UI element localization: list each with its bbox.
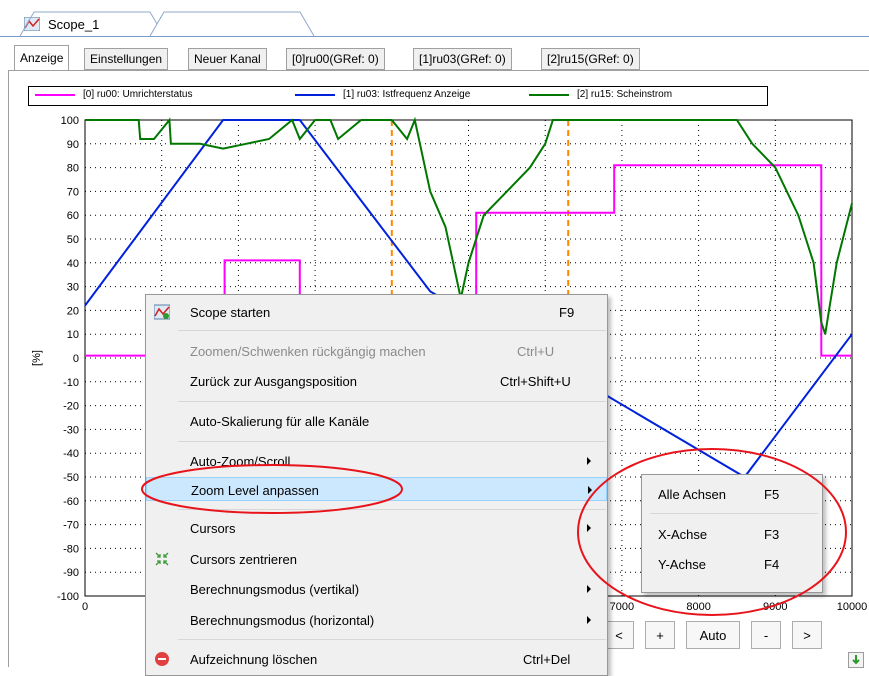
menu-item-delete-recording[interactable]: Aufzeichnung löschen Ctrl+Del: [146, 647, 607, 671]
y-tick-label: 50: [67, 234, 79, 246]
y-tick-label: 20: [67, 305, 79, 317]
delete-icon: [154, 651, 170, 667]
x-tick-label: 9000: [763, 601, 787, 613]
submenu-item-label: X-Achse: [658, 527, 708, 542]
menu-item-label: Auto-Zoom/Scroll: [190, 454, 291, 469]
submenu-arrow-icon: [587, 457, 591, 465]
submenu-arrow-icon: [587, 524, 591, 532]
y-tick-label: 90: [67, 139, 79, 151]
submenu-item-shortcut: F3: [764, 527, 780, 542]
y-tick-label: -10: [63, 377, 79, 389]
y-tick-label: -100: [57, 591, 79, 603]
submenu-arrow-icon: [588, 486, 592, 494]
menu-item-label: Zoomen/Schwenken rückgängig machen: [190, 344, 426, 359]
x-tick-label: 7000: [610, 601, 634, 613]
y-tick-label: 0: [73, 353, 79, 365]
y-tick-label: 40: [67, 258, 79, 270]
menu-item-shortcut: F9: [559, 305, 575, 320]
menu-item-shortcut: Ctrl+Del: [523, 652, 571, 667]
menu-item-scope-starten[interactable]: Scope starten F9: [146, 300, 607, 324]
y-tick-label: -90: [63, 567, 79, 579]
y-tick-label: 30: [67, 282, 79, 294]
menu-item-zoom-level[interactable]: Zoom Level anpassen: [146, 477, 607, 501]
menu-separator: [178, 330, 606, 331]
y-tick-label: -20: [63, 401, 79, 413]
submenu-item-shortcut: F4: [764, 557, 780, 572]
menu-item-label: Aufzeichnung löschen: [190, 652, 318, 667]
y-tick-label: 100: [61, 115, 79, 127]
zoom-out-button[interactable]: -: [751, 621, 781, 649]
menu-separator: [178, 441, 606, 442]
menu-item-label: Scope starten: [190, 305, 271, 320]
menu-item-shortcut: Ctrl+U: [517, 344, 555, 359]
scroll-left-button[interactable]: <: [604, 621, 634, 649]
center-cursors-icon: [154, 551, 170, 567]
submenu-item-shortcut: F5: [764, 487, 780, 502]
y-axis-label: [%]: [31, 350, 43, 366]
y-tick-label: -70: [63, 520, 79, 532]
submenu-item-all-axes[interactable]: Alle Achsen F5: [642, 481, 822, 505]
menu-separator: [178, 509, 606, 510]
menu-separator: [178, 639, 606, 640]
submenu-item-label: Y-Achse: [658, 557, 706, 572]
menu-item-undo-zoom[interactable]: Zoomen/Schwenken rückgängig machen Ctrl+…: [146, 339, 607, 363]
submenu-item-y-axis[interactable]: Y-Achse F4: [642, 551, 822, 575]
submenu-arrow-icon: [587, 585, 591, 593]
y-tick-label: -60: [63, 496, 79, 508]
submenu-item-label: Alle Achsen: [658, 487, 726, 502]
context-menu: Scope starten F9 Zoomen/Schwenken rückgä…: [145, 294, 608, 676]
menu-item-reset-position[interactable]: Zurück zur Ausgangsposition Ctrl+Shift+U: [146, 369, 607, 393]
menu-item-label: Auto-Skalierung für alle Kanäle: [190, 414, 370, 429]
y-tick-label: 80: [67, 163, 79, 175]
menu-item-cursors[interactable]: Cursors: [146, 516, 607, 540]
menu-item-calc-vertical[interactable]: Berechnungsmodus (vertikal): [146, 577, 607, 601]
x-tick-label: 0: [82, 601, 88, 613]
scroll-right-button[interactable]: >: [792, 621, 822, 649]
menu-item-calc-horizontal[interactable]: Berechnungsmodus (horizontal): [146, 608, 607, 632]
menu-item-label: Cursors: [190, 521, 236, 536]
y-tick-label: 10: [67, 329, 79, 341]
y-tick-label: -30: [63, 424, 79, 436]
menu-separator: [650, 513, 818, 514]
y-tick-label: 70: [67, 186, 79, 198]
menu-item-center-cursors[interactable]: Cursors zentrieren: [146, 547, 607, 571]
menu-item-label: Zoom Level anpassen: [191, 483, 319, 498]
x-tick-label: 10000: [837, 601, 868, 613]
y-tick-label: -80: [63, 543, 79, 555]
menu-item-shortcut: Ctrl+Shift+U: [500, 374, 571, 389]
menu-item-auto-zoom[interactable]: Auto-Zoom/Scroll: [146, 449, 607, 473]
menu-item-label: Berechnungsmodus (vertikal): [190, 582, 360, 597]
zoom-level-submenu: Alle Achsen F5 X-Achse F3 Y-Achse F4: [641, 474, 823, 593]
y-tick-label: 60: [67, 210, 79, 222]
y-axis-ticks: 1009080706050403020100-10-20-30-40-50-60…: [57, 115, 79, 603]
menu-item-auto-scale[interactable]: Auto-Skalierung für alle Kanäle: [146, 409, 607, 433]
y-tick-label: -40: [63, 448, 79, 460]
submenu-item-x-axis[interactable]: X-Achse F3: [642, 521, 822, 545]
submenu-arrow-icon: [587, 616, 591, 624]
y-tick-label: -50: [63, 472, 79, 484]
scope-icon: [153, 304, 171, 320]
x-tick-label: 8000: [686, 601, 710, 613]
zoom-in-button[interactable]: +: [645, 621, 675, 649]
menu-item-label: Zurück zur Ausgangsposition: [190, 374, 357, 389]
menu-separator: [178, 401, 606, 402]
menu-item-label: Cursors zentrieren: [190, 552, 297, 567]
auto-button[interactable]: Auto: [686, 621, 740, 649]
menu-item-label: Berechnungsmodus (horizontal): [190, 613, 375, 628]
